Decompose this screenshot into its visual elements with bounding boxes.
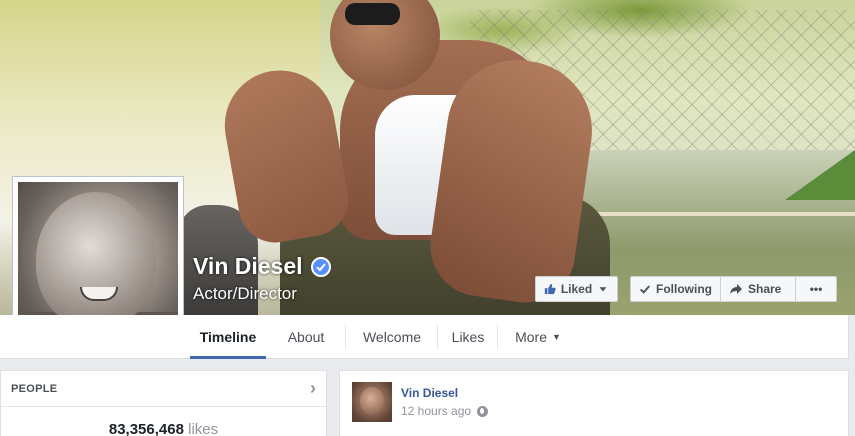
liked-button[interactable]: Liked xyxy=(535,276,618,302)
page-tab-bar: Timeline About Welcome Likes More ▼ xyxy=(0,315,849,359)
tab-more[interactable]: More ▼ xyxy=(498,315,578,359)
more-options-button[interactable]: ••• xyxy=(795,276,837,302)
post-meta: 12 hours ago xyxy=(401,404,489,418)
more-dots-icon: ••• xyxy=(809,282,823,296)
page-name-row: Vin Diesel xyxy=(193,253,331,280)
caret-down-icon: ▼ xyxy=(551,332,561,342)
tab-likes-label: Likes xyxy=(451,329,485,345)
people-header[interactable]: PEOPLE › xyxy=(1,371,326,407)
tab-welcome-label: Welcome xyxy=(362,329,422,345)
tab-about-label: About xyxy=(287,329,325,345)
likes-word: likes xyxy=(188,421,219,436)
globe-icon xyxy=(477,405,489,417)
tab-likes[interactable]: Likes xyxy=(438,315,498,359)
following-button[interactable]: Following xyxy=(630,276,721,302)
people-box: PEOPLE › 83,356,468 likes xyxy=(0,370,327,436)
people-title: PEOPLE xyxy=(11,382,58,395)
tab-welcome[interactable]: Welcome xyxy=(346,315,438,359)
tab-more-label: More xyxy=(515,329,547,345)
thumbs-up-icon xyxy=(544,283,556,295)
post-author-avatar[interactable] xyxy=(352,382,392,422)
post-card: Vin Diesel 12 hours ago xyxy=(339,370,849,436)
page-name[interactable]: Vin Diesel xyxy=(193,253,303,280)
share-arrow-icon xyxy=(730,284,742,294)
cover-sunglasses xyxy=(345,3,400,25)
profile-picture-face xyxy=(36,192,156,327)
checkmark-icon xyxy=(640,285,650,294)
tab-timeline[interactable]: Timeline xyxy=(190,315,266,359)
share-label: Share xyxy=(748,282,782,296)
page-category: Actor/Director xyxy=(193,284,297,303)
post-timestamp[interactable]: 12 hours ago xyxy=(401,404,471,418)
page-root: Vin Diesel Actor/Director Liked Followin… xyxy=(0,0,855,436)
verified-badge-icon xyxy=(310,256,331,277)
caret-down-icon xyxy=(599,287,607,292)
likes-count: 83,356,468 xyxy=(108,421,184,436)
liked-label: Liked xyxy=(560,282,593,296)
tab-timeline-label: Timeline xyxy=(199,329,257,345)
post-author-name[interactable]: Vin Diesel xyxy=(401,386,458,400)
post-avatar-face xyxy=(360,387,384,415)
chevron-right-icon[interactable]: › xyxy=(310,378,316,399)
cover-grass xyxy=(785,150,855,200)
tab-about[interactable]: About xyxy=(266,315,346,359)
share-button[interactable]: Share xyxy=(720,276,796,302)
cover-court-line xyxy=(590,212,855,216)
likes-line: 83,356,468 likes xyxy=(1,421,326,436)
following-label: Following xyxy=(656,282,712,296)
